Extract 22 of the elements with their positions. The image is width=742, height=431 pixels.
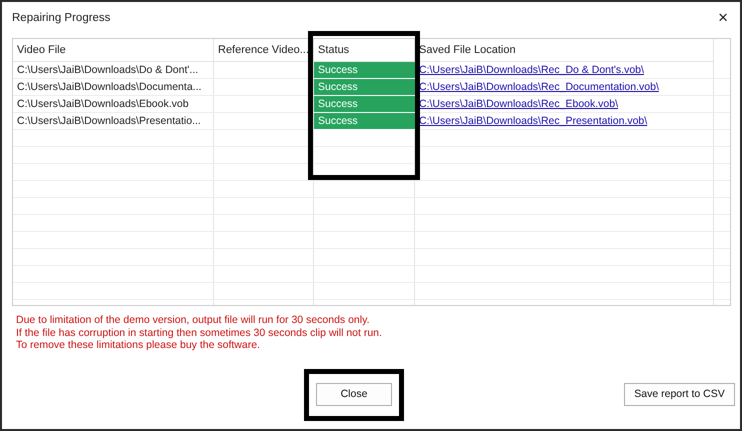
window-title: Repairing Progress [12,12,110,24]
table-cell: C:\Users\JaiB\Downloads\Do & Dont'... [13,62,214,79]
status-cell: Success [314,79,415,96]
export-button[interactable]: Save report to CSV [624,382,735,406]
notice-text: To remove these limitations please buy the software. [16,339,261,352]
close-icon[interactable]: × [718,8,728,28]
notice-text: If the file has corruption in starting then sometimes 30 seconds clip will not run. [16,326,383,339]
table-cell: C:\Users\JaiB\Downloads\Presentatio... [13,113,214,130]
file-link[interactable]: C:\Users\JaiB\Downloads\Rec_Presentation.vob\ [415,113,714,130]
file-link[interactable]: C:\Users\JaiB\Downloads\Rec_Documentation.vob\ [415,79,714,96]
close-button[interactable]: Close [316,382,392,406]
column-header[interactable]: Video File [13,39,214,62]
status-cell: Success [314,62,415,79]
status-cell: Success [314,113,415,130]
status-cell: Success [314,96,415,113]
file-link[interactable]: C:\Users\JaiB\Downloads\Rec_Ebook.vob\ [415,96,714,113]
column-header[interactable]: Reference Video... [214,39,314,62]
notice-text: Due to limitation of the demo version, output file will run for 30 seconds only. [16,314,370,326]
file-link[interactable]: C:\Users\JaiB\Downloads\Rec_Do & Dont's.vob\ [415,62,714,79]
table-cell: C:\Users\JaiB\Downloads\Documenta... [13,79,214,96]
table-cell: C:\Users\JaiB\Downloads\Ebook.vob [13,96,214,113]
column-header[interactable]: Saved File Location [415,39,714,62]
